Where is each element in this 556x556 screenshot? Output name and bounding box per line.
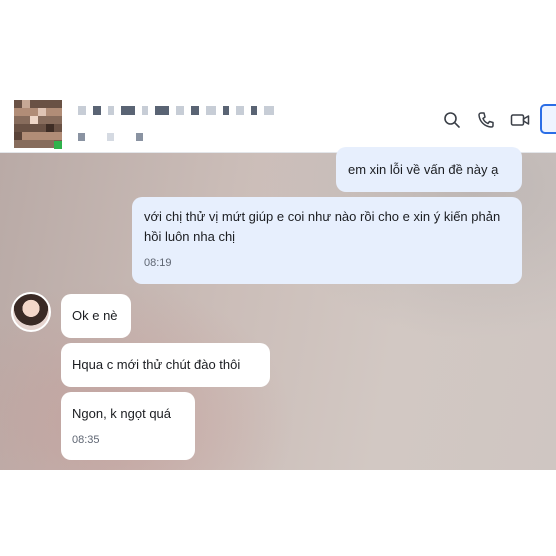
message-outgoing[interactable]: với chị thử vị mứt giúp e coi như nào rồ… [132, 197, 522, 284]
message-incoming[interactable]: Ngon, k ngọt quá 08:35 [61, 392, 195, 460]
message-text: với chị thử vị mứt giúp e coi như nào rồ… [144, 209, 501, 244]
phone-icon[interactable] [476, 110, 496, 130]
contact-status-redacted [78, 128, 165, 146]
chat-header [0, 86, 556, 153]
message-time: 08:19 [144, 257, 172, 269]
chat-window: em xin lỗi về vấn đề này ạ với chị thử v… [0, 86, 556, 470]
message-text: Ngon, k ngọt quá [72, 406, 172, 421]
online-status-dot [54, 141, 62, 149]
message-text: em xin lỗi về vấn đề này ạ [348, 162, 499, 177]
message-text: Ok e nè [72, 308, 118, 323]
message-list[interactable]: em xin lỗi về vấn đề này ạ với chị thử v… [0, 147, 556, 470]
search-icon[interactable] [442, 110, 462, 130]
message-text: Hqua c mới thử chút đào thôi [72, 357, 241, 372]
contact-avatar[interactable] [11, 292, 51, 332]
message-incoming[interactable]: Ok e nè [61, 294, 131, 338]
contact-name-redacted [78, 106, 281, 124]
conversation-info-button[interactable] [540, 104, 556, 134]
video-camera-icon[interactable] [510, 110, 530, 130]
message-time: 08:35 [72, 434, 100, 446]
message-incoming[interactable]: Hqua c mới thử chút đào thôi [61, 343, 270, 387]
message-outgoing[interactable]: em xin lỗi về vấn đề này ạ [336, 147, 522, 192]
